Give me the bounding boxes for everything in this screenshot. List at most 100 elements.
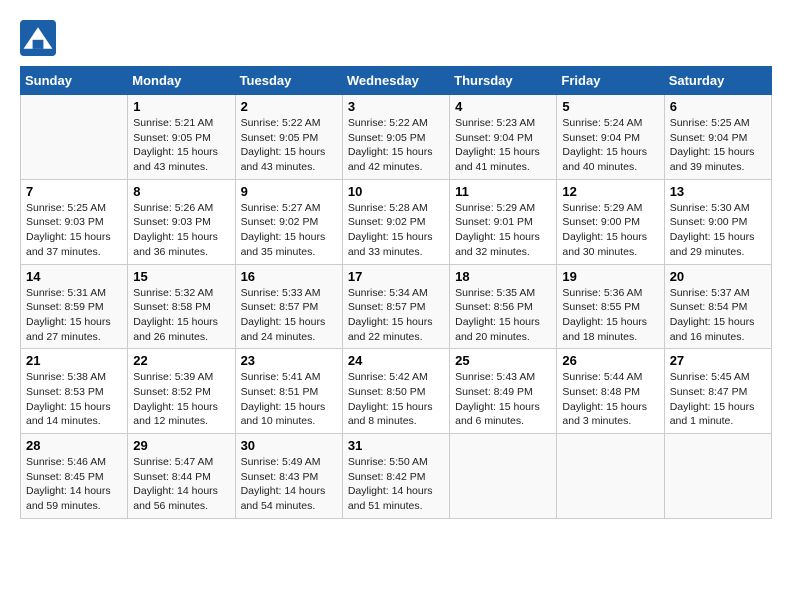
day-info: Sunrise: 5:25 AMSunset: 9:04 PMDaylight:…: [670, 116, 766, 175]
day-info: Sunrise: 5:29 AMSunset: 9:00 PMDaylight:…: [562, 201, 658, 260]
day-info: Sunrise: 5:50 AMSunset: 8:42 PMDaylight:…: [348, 455, 444, 514]
day-number: 19: [562, 269, 658, 284]
calendar-cell: 7 Sunrise: 5:25 AMSunset: 9:03 PMDaylight…: [21, 179, 128, 264]
calendar-week-5: 28Sunrise: 5:46 AMSunset: 8:45 PMDayligh…: [21, 434, 772, 519]
calendar-cell: 5Sunrise: 5:24 AMSunset: 9:04 PMDaylight…: [557, 95, 664, 180]
calendar-cell: [557, 434, 664, 519]
calendar-cell: 25 Sunrise: 5:43 AMSunset: 8:49 PMDayligh…: [450, 349, 557, 434]
logo: [20, 20, 62, 56]
day-info: Sunrise: 5:24 AMSunset: 9:04 PMDaylight:…: [562, 116, 658, 175]
weekday-header-tuesday: Tuesday: [235, 67, 342, 95]
day-number: 14: [26, 269, 122, 284]
day-info: Sunrise: 5:22 AMSunset: 9:05 PMDaylight:…: [241, 116, 337, 175]
calendar-cell: 15 Sunrise: 5:32 AMSunset: 8:58 PMDayligh…: [128, 264, 235, 349]
day-number: 4: [455, 99, 551, 114]
calendar-cell: 30Sunrise: 5:49 AMSunset: 8:43 PMDayligh…: [235, 434, 342, 519]
day-number: 29: [133, 438, 229, 453]
calendar-cell: 18Sunrise: 5:35 AMSunset: 8:56 PMDayligh…: [450, 264, 557, 349]
day-number: 23: [241, 353, 337, 368]
day-info: Sunrise: 5:47 AMSunset: 8:44 PMDaylight:…: [133, 455, 229, 514]
day-number: 30: [241, 438, 337, 453]
day-number: 9: [241, 184, 337, 199]
calendar-cell: 27 Sunrise: 5:45 AMSunset: 8:47 PMDayligh…: [664, 349, 771, 434]
day-number: 8: [133, 184, 229, 199]
day-info: Sunrise: 5:32 AMSunset: 8:58 PMDaylight:…: [133, 286, 229, 345]
day-info: Sunrise: 5:36 AMSunset: 8:55 PMDaylight:…: [562, 286, 658, 345]
logo-icon: [20, 20, 56, 56]
calendar-cell: 19 Sunrise: 5:36 AMSunset: 8:55 PMDayligh…: [557, 264, 664, 349]
calendar-cell: 9 Sunrise: 5:27 AMSunset: 9:02 PMDaylight…: [235, 179, 342, 264]
day-info: Sunrise: 5:27 AMSunset: 9:02 PMDaylight:…: [241, 201, 337, 260]
day-number: 12: [562, 184, 658, 199]
day-number: 24: [348, 353, 444, 368]
day-info: Sunrise: 5:25 AMSunset: 9:03 PMDaylight:…: [26, 201, 122, 260]
weekday-header-monday: Monday: [128, 67, 235, 95]
day-info: Sunrise: 5:42 AMSunset: 8:50 PMDaylight:…: [348, 370, 444, 429]
day-number: 13: [670, 184, 766, 199]
day-number: 2: [241, 99, 337, 114]
day-number: 16: [241, 269, 337, 284]
calendar-week-2: 7 Sunrise: 5:25 AMSunset: 9:03 PMDaylight…: [21, 179, 772, 264]
weekday-header-wednesday: Wednesday: [342, 67, 449, 95]
day-number: 25: [455, 353, 551, 368]
weekday-header-sunday: Sunday: [21, 67, 128, 95]
calendar-cell: 23 Sunrise: 5:41 AMSunset: 8:51 PMDayligh…: [235, 349, 342, 434]
day-info: Sunrise: 5:43 AMSunset: 8:49 PMDaylight:…: [455, 370, 551, 429]
day-info: Sunrise: 5:44 AMSunset: 8:48 PMDaylight:…: [562, 370, 658, 429]
day-info: Sunrise: 5:34 AMSunset: 8:57 PMDaylight:…: [348, 286, 444, 345]
day-info: Sunrise: 5:33 AMSunset: 8:57 PMDaylight:…: [241, 286, 337, 345]
header-row: SundayMondayTuesdayWednesdayThursdayFrid…: [21, 67, 772, 95]
day-info: Sunrise: 5:46 AMSunset: 8:45 PMDaylight:…: [26, 455, 122, 514]
calendar-cell: [450, 434, 557, 519]
day-info: Sunrise: 5:28 AMSunset: 9:02 PMDaylight:…: [348, 201, 444, 260]
calendar-cell: 6 Sunrise: 5:25 AMSunset: 9:04 PMDaylight…: [664, 95, 771, 180]
calendar-cell: [664, 434, 771, 519]
calendar-week-4: 21 Sunrise: 5:38 AMSunset: 8:53 PMDayligh…: [21, 349, 772, 434]
day-number: 15: [133, 269, 229, 284]
calendar-cell: 28Sunrise: 5:46 AMSunset: 8:45 PMDayligh…: [21, 434, 128, 519]
day-info: Sunrise: 5:26 AMSunset: 9:03 PMDaylight:…: [133, 201, 229, 260]
calendar-cell: 26 Sunrise: 5:44 AMSunset: 8:48 PMDayligh…: [557, 349, 664, 434]
day-number: 21: [26, 353, 122, 368]
calendar-cell: 4Sunrise: 5:23 AMSunset: 9:04 PMDaylight…: [450, 95, 557, 180]
day-number: 18: [455, 269, 551, 284]
day-number: 20: [670, 269, 766, 284]
day-info: Sunrise: 5:29 AMSunset: 9:01 PMDaylight:…: [455, 201, 551, 260]
calendar-cell: 8 Sunrise: 5:26 AMSunset: 9:03 PMDaylight…: [128, 179, 235, 264]
day-number: 22: [133, 353, 229, 368]
calendar-cell: 2 Sunrise: 5:22 AMSunset: 9:05 PMDaylight…: [235, 95, 342, 180]
calendar-cell: 31 Sunrise: 5:50 AMSunset: 8:42 PMDayligh…: [342, 434, 449, 519]
day-number: 6: [670, 99, 766, 114]
calendar-cell: 12 Sunrise: 5:29 AMSunset: 9:00 PMDayligh…: [557, 179, 664, 264]
day-info: Sunrise: 5:38 AMSunset: 8:53 PMDaylight:…: [26, 370, 122, 429]
calendar-table: SundayMondayTuesdayWednesdayThursdayFrid…: [20, 66, 772, 519]
day-number: 17: [348, 269, 444, 284]
calendar-cell: 14Sunrise: 5:31 AMSunset: 8:59 PMDayligh…: [21, 264, 128, 349]
day-number: 1: [133, 99, 229, 114]
day-number: 27: [670, 353, 766, 368]
calendar-cell: 17 Sunrise: 5:34 AMSunset: 8:57 PMDayligh…: [342, 264, 449, 349]
page-header: [20, 20, 772, 56]
calendar-cell: 1 Sunrise: 5:21 AMSunset: 9:05 PMDaylight…: [128, 95, 235, 180]
calendar-body: 1 Sunrise: 5:21 AMSunset: 9:05 PMDaylight…: [21, 95, 772, 519]
day-number: 11: [455, 184, 551, 199]
calendar-cell: 10 Sunrise: 5:28 AMSunset: 9:02 PMDayligh…: [342, 179, 449, 264]
day-info: Sunrise: 5:45 AMSunset: 8:47 PMDaylight:…: [670, 370, 766, 429]
day-number: 10: [348, 184, 444, 199]
day-number: 26: [562, 353, 658, 368]
day-number: 7: [26, 184, 122, 199]
day-number: 3: [348, 99, 444, 114]
day-number: 31: [348, 438, 444, 453]
day-info: Sunrise: 5:21 AMSunset: 9:05 PMDaylight:…: [133, 116, 229, 175]
weekday-header-thursday: Thursday: [450, 67, 557, 95]
calendar-cell: 21 Sunrise: 5:38 AMSunset: 8:53 PMDayligh…: [21, 349, 128, 434]
day-info: Sunrise: 5:41 AMSunset: 8:51 PMDaylight:…: [241, 370, 337, 429]
day-info: Sunrise: 5:30 AMSunset: 9:00 PMDaylight:…: [670, 201, 766, 260]
day-info: Sunrise: 5:22 AMSunset: 9:05 PMDaylight:…: [348, 116, 444, 175]
calendar-week-1: 1 Sunrise: 5:21 AMSunset: 9:05 PMDaylight…: [21, 95, 772, 180]
weekday-header-friday: Friday: [557, 67, 664, 95]
calendar-cell: 20Sunrise: 5:37 AMSunset: 8:54 PMDayligh…: [664, 264, 771, 349]
day-info: Sunrise: 5:39 AMSunset: 8:52 PMDaylight:…: [133, 370, 229, 429]
calendar-cell: 3 Sunrise: 5:22 AMSunset: 9:05 PMDaylight…: [342, 95, 449, 180]
calendar-week-3: 14Sunrise: 5:31 AMSunset: 8:59 PMDayligh…: [21, 264, 772, 349]
